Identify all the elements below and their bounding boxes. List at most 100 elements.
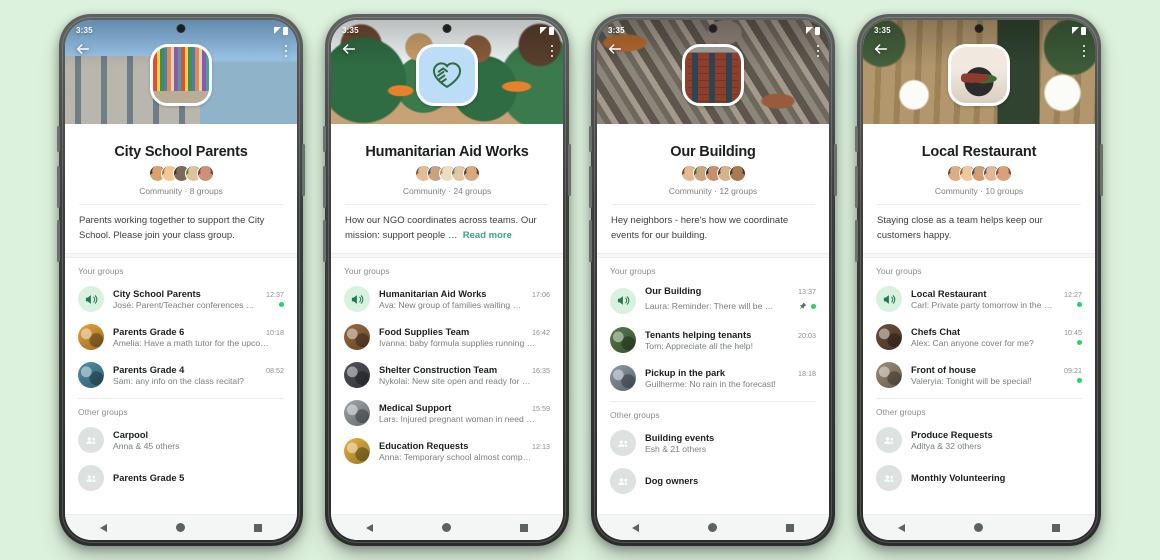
nav-recents-icon[interactable] — [786, 523, 795, 532]
other-group-list-item[interactable]: Monthly Volunteering — [863, 459, 1095, 497]
signal-icon — [806, 27, 813, 34]
books-icon[interactable] — [150, 44, 212, 106]
phone-side-button[interactable] — [57, 126, 60, 152]
group-list-item[interactable]: Humanitarian Aid Works 17:06 Ava: New gr… — [331, 280, 563, 318]
other-group-list-item[interactable]: Carpool Anna & 45 others — [65, 421, 297, 459]
group-list-item[interactable]: Parents Grade 4 08:52 Sam: any info on t… — [65, 356, 297, 394]
overflow-menu-icon[interactable] — [550, 44, 553, 58]
phone-volume-up-button[interactable] — [855, 166, 858, 208]
phone-screen: 3:35 City School Parents Community · 8 g… — [65, 20, 297, 540]
nav-home-icon[interactable] — [973, 523, 983, 532]
group-time: 16:42 — [532, 327, 550, 337]
group-list-item[interactable]: Shelter Construction Team 16:35 Nykolai:… — [331, 356, 563, 394]
android-navigation-bar — [331, 514, 563, 540]
group-item-text: Medical Support 15:59 Lars: Injured preg… — [379, 403, 550, 424]
group-list-item[interactable]: Our Building 13:37 Laura: Reminder: Ther… — [597, 280, 829, 321]
front-camera-notch — [974, 24, 984, 33]
group-name: Our Building — [645, 286, 702, 297]
nav-back-icon[interactable] — [99, 523, 107, 532]
back-arrow-icon[interactable] — [75, 41, 91, 62]
other-group-list-item[interactable]: Building events Esh & 21 others — [597, 424, 829, 462]
group-list-item[interactable]: Pickup in the park 18:18 Guilherme: No r… — [597, 359, 829, 397]
phone-volume-down-button[interactable] — [589, 220, 592, 262]
group-placeholder-icon — [78, 427, 104, 454]
back-arrow-icon[interactable] — [341, 41, 357, 62]
status-bar-time: 3:35 — [874, 26, 891, 35]
signal-icon — [274, 27, 281, 34]
nav-home-icon[interactable] — [707, 523, 717, 532]
member-avatar-stack[interactable] — [331, 165, 563, 182]
community-body: Local Restaurant Community · 10 groups S… — [863, 124, 1095, 514]
phone-volume-up-button[interactable] — [57, 166, 60, 208]
back-arrow-icon[interactable] — [873, 41, 889, 62]
phone-power-button[interactable] — [302, 144, 305, 196]
group-list-item[interactable]: Local Restaurant 12:27 Carl: Private par… — [863, 280, 1095, 318]
nav-back-icon[interactable] — [897, 523, 905, 532]
group-avatar — [344, 324, 370, 351]
phone-power-button[interactable] — [568, 144, 571, 196]
member-avatar-stack[interactable] — [863, 165, 1095, 182]
group-avatar — [78, 362, 104, 389]
nav-home-icon[interactable] — [441, 523, 451, 532]
battery-icon — [1081, 26, 1086, 35]
group-placeholder-icon — [876, 465, 902, 492]
plated-food-icon[interactable] — [948, 44, 1010, 106]
phone-volume-down-button[interactable] — [323, 220, 326, 262]
other-group-list-item[interactable]: Parents Grade 5 — [65, 459, 297, 497]
community-cover-header: 3:35 — [863, 20, 1095, 124]
phone-side-button[interactable] — [855, 126, 858, 152]
group-time: 09:21 — [1064, 365, 1082, 375]
member-avatar-stack[interactable] — [597, 165, 829, 182]
front-camera-notch — [442, 24, 452, 33]
nav-back-icon[interactable] — [631, 523, 639, 532]
group-item-text: Front of house 09:21 Valeryia: Tonight w… — [911, 365, 1082, 386]
phone-volume-down-button[interactable] — [57, 220, 60, 262]
building-icon[interactable] — [682, 44, 744, 106]
community-description: Parents working together to support the … — [79, 215, 265, 241]
phone-side-button[interactable] — [323, 126, 326, 152]
overflow-menu-icon[interactable] — [1082, 44, 1085, 58]
back-arrow-icon[interactable] — [607, 41, 623, 62]
overflow-menu-icon[interactable] — [284, 44, 287, 58]
group-item-text: Chefs Chat 10:45 Alex: Can anyone cover … — [911, 327, 1082, 348]
community-subtitle: Community · 24 groups — [402, 186, 492, 196]
overflow-menu-icon[interactable] — [816, 44, 819, 58]
nav-recents-icon[interactable] — [1052, 523, 1061, 532]
phone-volume-down-button[interactable] — [855, 220, 858, 262]
unread-indicator — [1077, 378, 1082, 384]
read-more-link[interactable]: Read more — [463, 230, 512, 241]
heart-hands-icon[interactable] — [416, 44, 478, 106]
phone-volume-up-button[interactable] — [323, 166, 326, 208]
group-list-item[interactable]: Education Requests 12:13 Anna: Temporary… — [331, 432, 563, 470]
nav-back-icon[interactable] — [365, 523, 373, 532]
group-item-text: Education Requests 12:13 Anna: Temporary… — [379, 441, 550, 462]
group-time: 15:59 — [532, 403, 550, 413]
your-groups-label: Your groups — [610, 266, 656, 277]
phone-side-button[interactable] — [589, 126, 592, 152]
member-avatar-stack[interactable] — [65, 165, 297, 182]
group-list-item[interactable]: City School Parents 12:37 José: Parent/T… — [65, 280, 297, 318]
community-body: Humanitarian Aid Works Community · 24 gr… — [331, 124, 563, 514]
other-groups-label: Other groups — [610, 410, 660, 421]
group-name: Parents Grade 5 — [113, 472, 185, 483]
other-group-list-item[interactable]: Dog owners — [597, 462, 829, 500]
your-groups-label: Your groups — [876, 266, 922, 277]
other-group-list-item[interactable]: Produce Requests Aditya & 32 others — [863, 421, 1095, 459]
status-bar-icons — [274, 26, 288, 35]
status-bar-icons — [540, 26, 554, 35]
group-list-item[interactable]: Front of house 09:21 Valeryia: Tonight w… — [863, 356, 1095, 394]
nav-recents-icon[interactable] — [254, 523, 263, 532]
group-list-item[interactable]: Parents Grade 6 10:18 Amelia: Have a mat… — [65, 318, 297, 356]
phone-power-button[interactable] — [1100, 144, 1103, 196]
group-list-item[interactable]: Tenants helping tenants 20:03 Tom: Appre… — [597, 321, 829, 359]
group-list-item[interactable]: Medical Support 15:59 Lars: Injured preg… — [331, 394, 563, 432]
phone-power-button[interactable] — [834, 144, 837, 196]
nav-recents-icon[interactable] — [520, 523, 529, 532]
group-list-item[interactable]: Chefs Chat 10:45 Alex: Can anyone cover … — [863, 318, 1095, 356]
nav-home-icon[interactable] — [175, 523, 185, 532]
group-item-text: Humanitarian Aid Works 17:06 Ava: New gr… — [379, 289, 550, 310]
group-avatar — [876, 362, 902, 389]
phone-volume-up-button[interactable] — [589, 166, 592, 208]
group-list-item[interactable]: Food Supplies Team 16:42 Ivanna: baby fo… — [331, 318, 563, 356]
community-title: Our Building — [670, 144, 756, 160]
